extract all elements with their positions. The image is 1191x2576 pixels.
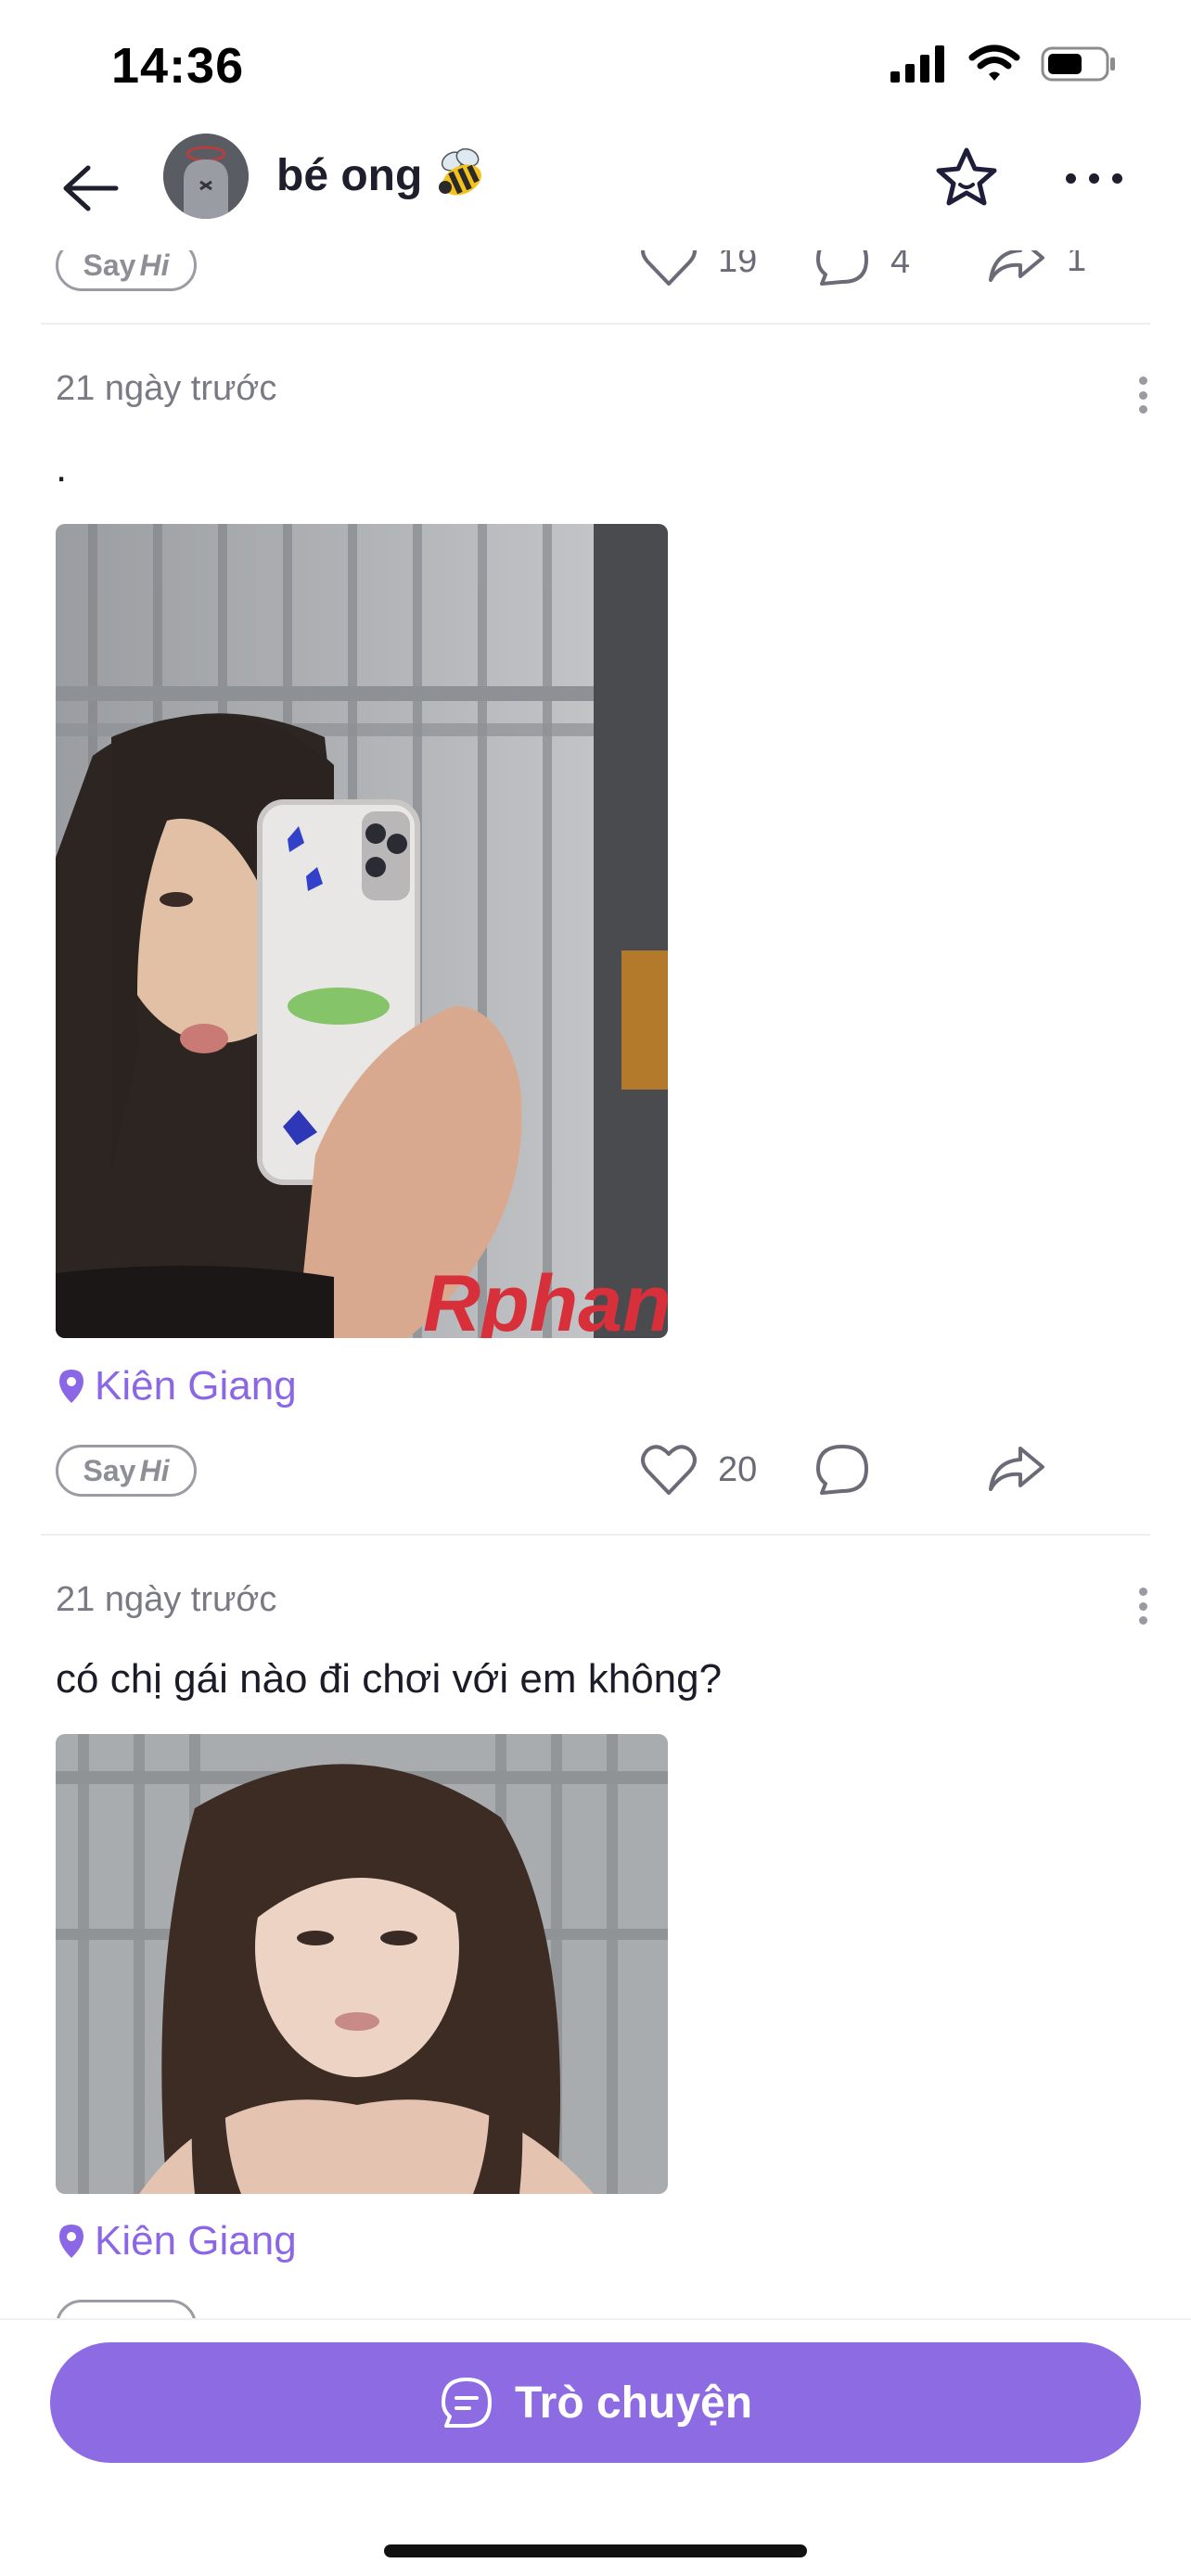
status-bar: 14:36: [0, 0, 1191, 130]
comment-button[interactable]: [814, 1443, 870, 1498]
photo-watermark: Rphang: [423, 1259, 668, 1338]
battery-icon: [1041, 46, 1115, 82]
avatar-image: [163, 134, 249, 219]
location-label: Kiên Giang: [95, 2218, 297, 2264]
post-divider: [41, 1534, 1150, 1536]
post-options-dot-icon: [1138, 1601, 1147, 1611]
chat-button-label: Trò chuyện: [514, 2378, 753, 2428]
say-hi-label: Say: [83, 1453, 136, 1487]
comment-bubble-icon: [816, 1445, 868, 1495]
status-time: 14:36: [111, 38, 245, 94]
cellular-signal-icon: [890, 45, 944, 83]
selfie-photo-image: Rphang: [56, 524, 668, 1338]
post-options-dot-icon: [1138, 390, 1147, 400]
like-count: 20: [718, 1449, 758, 1489]
more-options-button[interactable]: [1052, 150, 1135, 206]
profile-name: bé ong: [276, 151, 423, 200]
post-date: 21 ngày trước: [56, 369, 277, 408]
more-dot-icon: [1065, 172, 1076, 184]
more-dot-icon: [1111, 172, 1122, 184]
avatar[interactable]: [163, 134, 249, 219]
say-hi-label: Say: [83, 248, 136, 282]
wifi-icon: [968, 45, 1020, 81]
say-hi-button[interactable]: [56, 2300, 197, 2318]
post-options-dot-icon: [1138, 1588, 1147, 1596]
post-photo[interactable]: Rphang: [56, 524, 668, 1338]
location-pin-icon: [59, 1370, 83, 1403]
back-button[interactable]: [48, 147, 132, 230]
post-location[interactable]: Kiên Giang: [58, 1363, 297, 1409]
post-divider: [41, 323, 1150, 325]
post-text: .: [56, 445, 68, 491]
status-icons: [890, 45, 1117, 83]
share-button[interactable]: [987, 1443, 1046, 1495]
post-photo[interactable]: [56, 1734, 668, 2194]
post-options-dot-icon: [1138, 405, 1147, 414]
location-pin-icon: [59, 2225, 83, 2258]
post-text: có chị gái nào đi chơi với em không?: [56, 1656, 723, 1702]
say-hi-label-emphasis: Hi: [139, 1453, 170, 1487]
profile-header: bé ong: [0, 130, 1191, 250]
heart-icon: [641, 1445, 697, 1495]
post-location[interactable]: Kiên Giang: [58, 2218, 297, 2264]
bottom-bar: Trò chuyện: [0, 2318, 1191, 2576]
post-date: 21 ngày trước: [56, 1580, 277, 1619]
post-feed[interactable]: Say Hi 19 4 1 21 ngày trước . Rphan Kiên…: [0, 223, 1191, 2318]
chat-button[interactable]: Trò chuyện: [50, 2342, 1141, 2463]
post-options-dot-icon: [1138, 1616, 1147, 1625]
app-root: 14:36 bé ong Say Hi 19 4 1 21 ngày trước…: [0, 0, 1191, 2576]
chat-bubble-icon: [441, 2378, 492, 2428]
say-hi-button[interactable]: Say Hi: [56, 1445, 197, 1497]
bee-emoji-icon: [432, 143, 492, 207]
post-options-dot-icon: [1138, 376, 1147, 385]
favorite-star-button[interactable]: [928, 139, 1005, 217]
portrait-photo-image: [56, 1734, 668, 2194]
star-icon: [936, 147, 997, 206]
home-indicator: [384, 2544, 807, 2557]
post-options-button[interactable]: [1133, 376, 1152, 414]
share-arrow-icon: [989, 1447, 1044, 1491]
say-hi-label-emphasis: Hi: [139, 248, 170, 282]
more-dot-icon: [1088, 172, 1099, 184]
arrow-left-icon: [63, 165, 119, 211]
like-button[interactable]: 20: [640, 1443, 757, 1497]
post-options-button[interactable]: [1133, 1588, 1152, 1625]
location-label: Kiên Giang: [95, 1363, 297, 1409]
